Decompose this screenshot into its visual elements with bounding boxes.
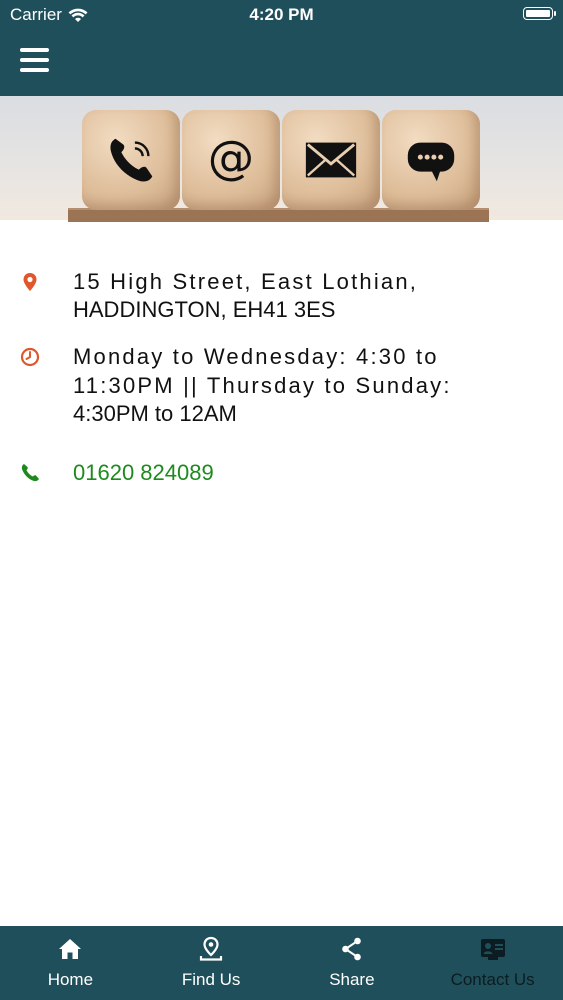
hours-line-1: Monday to Wednesday: 4:30 to <box>73 344 439 369</box>
banner-cube-envelope <box>282 110 380 210</box>
tab-home[interactable]: Home <box>0 926 141 1000</box>
contact-card-icon <box>480 939 505 960</box>
app-header: Carrier 4:20 PM <box>0 0 563 96</box>
banner-shelf <box>68 208 489 222</box>
tab-share[interactable]: Share <box>282 926 423 1000</box>
tab-home-label: Home <box>47 970 94 989</box>
tab-contact-us[interactable]: Contact Us <box>422 926 563 1000</box>
clock-icon <box>20 347 40 367</box>
status-time: 4:20 PM <box>249 5 314 24</box>
status-bar: Carrier 4:20 PM <box>0 0 563 30</box>
svg-text:@: @ <box>208 131 254 185</box>
battery-icon <box>523 7 556 20</box>
phone-icon <box>110 138 153 182</box>
phone-icon <box>21 464 39 482</box>
at-sign-icon: @ <box>208 131 254 185</box>
banner-cube-chat <box>382 110 480 210</box>
tab-contact-us-label: Contact Us <box>450 970 535 989</box>
share-icon <box>342 937 361 961</box>
location-pin-icon <box>23 273 37 291</box>
phone-number-link[interactable]: 01620 824089 <box>73 459 491 488</box>
address-line-2: HADDINGTON, EH41 3ES <box>73 297 336 322</box>
tab-share-label: Share <box>329 970 375 989</box>
banner-cube-phone <box>82 110 180 210</box>
hamburger-menu-icon[interactable] <box>20 48 49 74</box>
tab-find-us[interactable]: Find Us <box>141 926 282 1000</box>
home-icon <box>59 939 82 959</box>
hours-line-2: 11:30PM || Thursday to Sunday: <box>73 372 452 398</box>
hours-line-3: 4:30PM to 12AM <box>73 401 237 426</box>
banner-cube-at: @ <box>182 110 280 210</box>
bottom-tab-bar: Home Find Us Share Contact Us <box>0 926 563 1000</box>
chat-bubble-icon <box>407 142 455 182</box>
map-pin-icon <box>200 936 223 961</box>
address-line-1: 15 High Street, East Lothian, <box>73 269 419 294</box>
envelope-icon <box>305 142 357 178</box>
tab-find-us-label: Find Us <box>181 970 241 989</box>
